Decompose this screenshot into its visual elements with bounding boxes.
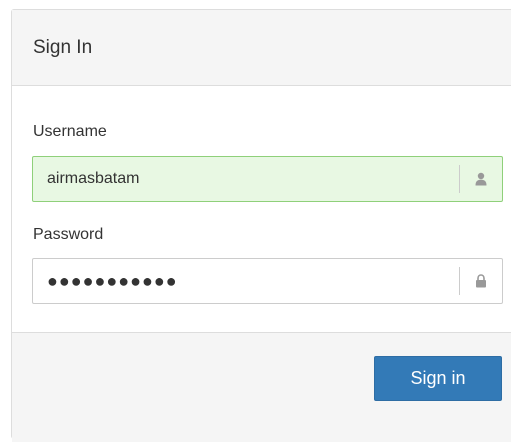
panel-footer: Sign in xyxy=(12,332,511,442)
page-title: Sign In xyxy=(33,36,93,58)
username-input[interactable] xyxy=(33,157,459,201)
password-label: Password xyxy=(33,226,104,243)
sign-in-button[interactable]: Sign in xyxy=(374,356,502,401)
user-icon xyxy=(459,165,502,193)
password-input[interactable] xyxy=(33,259,459,303)
username-input-group xyxy=(32,156,503,202)
username-label: Username xyxy=(33,123,107,140)
sign-in-panel: Sign In Username Password Sign xyxy=(11,9,511,442)
panel-heading: Sign In xyxy=(12,10,511,86)
lock-icon xyxy=(459,267,502,295)
password-input-group xyxy=(32,258,503,304)
